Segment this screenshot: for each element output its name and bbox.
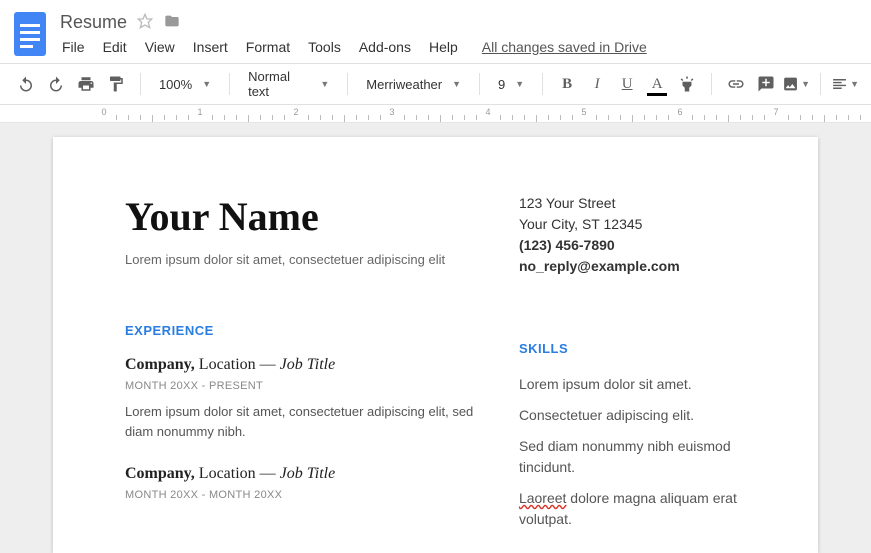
- separator: [542, 73, 543, 95]
- skill-item[interactable]: Lorem ipsum dolor sit amet.: [519, 374, 746, 395]
- bold-button[interactable]: B: [553, 70, 581, 98]
- skills-heading[interactable]: SKILLS: [519, 341, 746, 356]
- address-phone[interactable]: (123) 456-7890: [519, 235, 746, 256]
- fontsize-select[interactable]: 9▼: [490, 70, 532, 98]
- menu-file[interactable]: File: [62, 39, 85, 55]
- skill-item[interactable]: Laoreet dolore magna aliquam erat volutp…: [519, 488, 746, 530]
- menu-edit[interactable]: Edit: [103, 39, 127, 55]
- page[interactable]: Your Name Lorem ipsum dolor sit amet, co…: [53, 137, 818, 553]
- job-dates: MONTH 20XX - PRESENT: [125, 380, 477, 392]
- job-role: Job Title: [280, 465, 336, 482]
- font-value: Merriweather: [366, 77, 442, 92]
- right-column: 123 Your Street Your City, ST 12345 (123…: [519, 193, 746, 540]
- job-entry[interactable]: Company, Location — Job Title MONTH 20XX…: [125, 465, 477, 501]
- menu-format[interactable]: Format: [246, 39, 290, 55]
- title-area: Resume File Edit View Insert Format Tool…: [60, 8, 861, 63]
- insert-link-button[interactable]: [722, 70, 750, 98]
- spelling-error: Laoreet: [519, 490, 566, 506]
- header-bar: Resume File Edit View Insert Format Tool…: [0, 0, 871, 63]
- underline-button[interactable]: U: [613, 70, 641, 98]
- redo-button[interactable]: [42, 70, 70, 98]
- experience-heading[interactable]: EXPERIENCE: [125, 323, 477, 338]
- paint-format-button[interactable]: [102, 70, 130, 98]
- separator: [479, 73, 480, 95]
- highlight-button[interactable]: [673, 70, 701, 98]
- style-select[interactable]: Normal text ▼: [240, 70, 337, 98]
- undo-button[interactable]: [12, 70, 40, 98]
- font-select[interactable]: Merriweather ▼: [358, 70, 469, 98]
- document-canvas: Your Name Lorem ipsum dolor sit amet, co…: [0, 123, 871, 553]
- job-entry[interactable]: Company, Location — Job Title MONTH 20XX…: [125, 356, 477, 441]
- text-color-button[interactable]: A: [643, 70, 671, 98]
- separator: [820, 73, 821, 95]
- skill-item[interactable]: Consectetuer adipiscing elit.: [519, 405, 746, 426]
- caret-down-icon: ▼: [801, 79, 810, 89]
- caret-down-icon: ▼: [452, 79, 461, 89]
- job-company: Company,: [125, 465, 195, 482]
- separator: [140, 73, 141, 95]
- menu-bar: File Edit View Insert Format Tools Add-o…: [60, 33, 861, 63]
- job-location: Location: [199, 465, 256, 482]
- caret-down-icon: ▼: [515, 79, 524, 89]
- document-title[interactable]: Resume: [60, 12, 127, 33]
- caret-down-icon: ▼: [202, 79, 211, 89]
- italic-button[interactable]: I: [583, 70, 611, 98]
- add-comment-button[interactable]: [752, 70, 780, 98]
- ruler[interactable]: 01234567: [0, 105, 871, 123]
- address-city[interactable]: Your City, ST 12345: [519, 214, 746, 235]
- menu-help[interactable]: Help: [429, 39, 458, 55]
- menu-view[interactable]: View: [145, 39, 175, 55]
- insert-image-button[interactable]: ▼: [782, 70, 810, 98]
- toolbar: 100%▼ Normal text▼ Merriweather▼ 9▼ B I …: [0, 63, 871, 105]
- fontsize-value: 9: [498, 77, 505, 92]
- job-dates: MONTH 20XX - MONTH 20XX: [125, 489, 477, 501]
- zoom-value: 100%: [159, 77, 192, 92]
- resume-name[interactable]: Your Name: [125, 193, 477, 240]
- job-location: Location: [199, 356, 256, 373]
- job-sep: —: [260, 465, 276, 482]
- separator: [229, 73, 230, 95]
- resume-tagline[interactable]: Lorem ipsum dolor sit amet, consectetuer…: [125, 252, 477, 267]
- job-description: Lorem ipsum dolor sit amet, consectetuer…: [125, 402, 477, 441]
- folder-icon[interactable]: [163, 13, 181, 32]
- style-value: Normal text: [248, 69, 310, 99]
- job-role: Job Title: [280, 356, 336, 373]
- left-column: Your Name Lorem ipsum dolor sit amet, co…: [125, 193, 477, 540]
- caret-down-icon: ▼: [850, 79, 859, 89]
- skill-item[interactable]: Sed diam nonummy nibh euismod tincidunt.: [519, 436, 746, 478]
- menu-tools[interactable]: Tools: [308, 39, 341, 55]
- menu-addons[interactable]: Add-ons: [359, 39, 411, 55]
- separator: [711, 73, 712, 95]
- menu-insert[interactable]: Insert: [193, 39, 228, 55]
- separator: [347, 73, 348, 95]
- job-sep: —: [260, 356, 276, 373]
- print-button[interactable]: [72, 70, 100, 98]
- docs-logo-icon[interactable]: [10, 8, 50, 60]
- star-icon[interactable]: [137, 13, 153, 32]
- align-button[interactable]: ▼: [831, 70, 859, 98]
- zoom-select[interactable]: 100% ▼: [151, 70, 219, 98]
- save-status[interactable]: All changes saved in Drive: [482, 39, 647, 55]
- job-company: Company,: [125, 356, 195, 373]
- address-email[interactable]: no_reply@example.com: [519, 256, 746, 277]
- address-street[interactable]: 123 Your Street: [519, 193, 746, 214]
- caret-down-icon: ▼: [320, 79, 329, 89]
